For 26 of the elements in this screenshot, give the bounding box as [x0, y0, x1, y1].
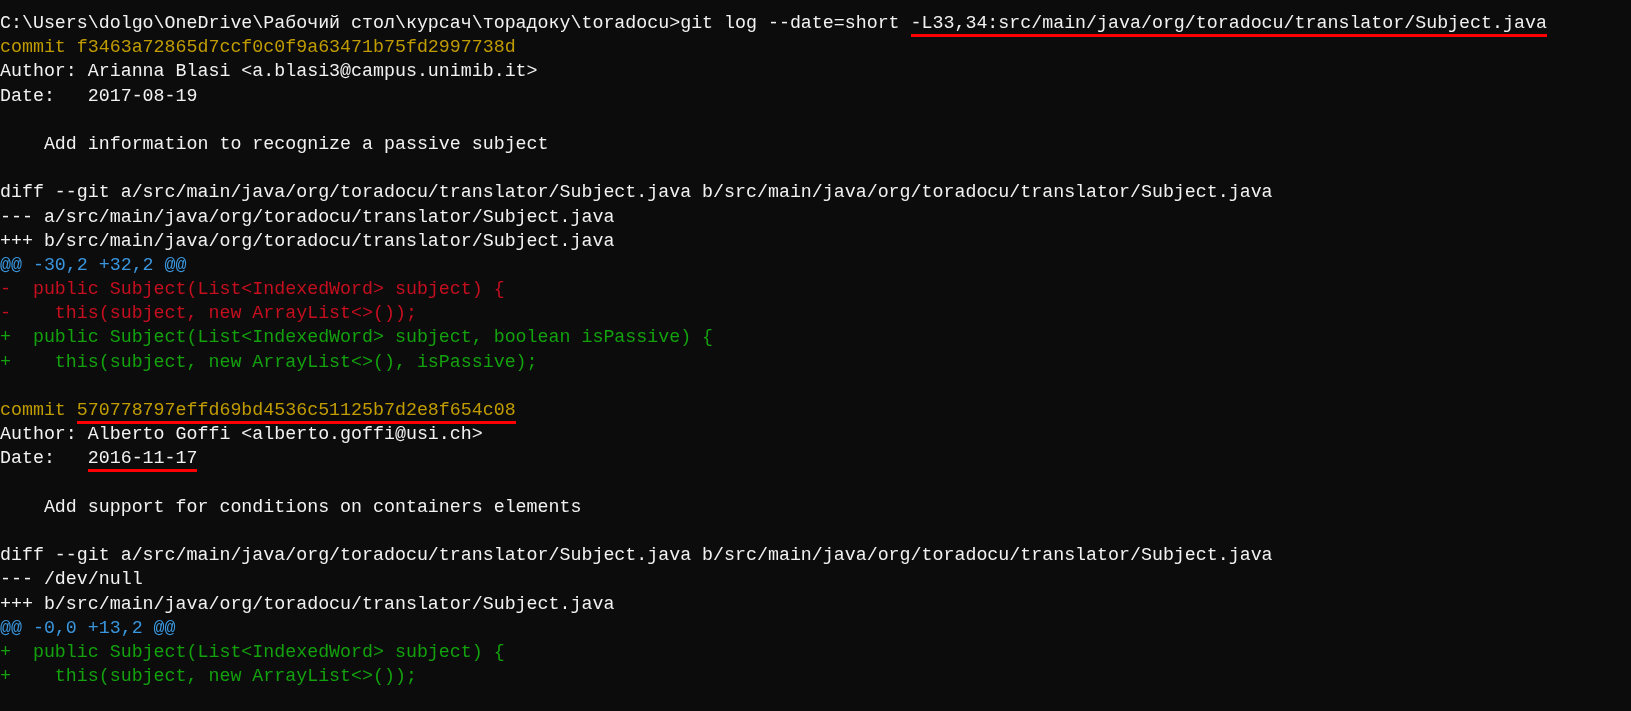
commit-text: commit [0, 400, 67, 420]
added-code-line: + this(subject, new ArrayList<>()); [0, 666, 417, 687]
terminal-text: C:\Users\dolgo\OneDrive\Рабочий стол\курсач\торадоку\toradocu>git log --date=short [0, 13, 901, 33]
terminal-text: Author: Alberto Goffi <alberto.goffi@usi.ch> [0, 424, 483, 445]
added-code-line: + this(subject, new ArrayList<>(), isPassive); [0, 351, 538, 372]
terminal-text: Add support for conditions on containers elements [42, 496, 582, 517]
terminal-text: Add information to recognize a passive subject [42, 133, 549, 154]
commit-text: commit f3463a72865d7ccf0c0f9a63471b75fd2997738d [0, 37, 516, 58]
terminal-text: --- a/src/main/java/org/toradocu/translator/Subject.java [0, 206, 615, 227]
added-code-line: + public Subject(List<IndexedWord> subject) { [0, 641, 505, 662]
underlined-text: -L33,34:src/main/java/org/toradocu/translator/Subject.java [910, 13, 1547, 37]
terminal-text: Date: [0, 448, 56, 469]
added-code-line: + public Subject(List<IndexedWord> subject, boolean isPassive) { [0, 327, 714, 348]
underlined-text: 2016-11-17 [87, 448, 198, 473]
terminal-text: diff --git a/src/main/java/org/toradocu/translator/Subject.java b/src/main/java/org/toradocu/translator/Subject.java [0, 182, 1273, 203]
underlined-text: 570778797effd69bd4536c51125b7d2e8f654c08 [76, 400, 516, 424]
terminal-text: --- /dev/null [0, 569, 143, 590]
removed-code-line: - this(subject, new ArrayList<>()); [0, 303, 417, 324]
hunk-header: @@ -30,2 +32,2 @@ [0, 254, 187, 275]
terminal-text: diff --git a/src/main/java/org/toradocu/translator/Subject.java b/src/main/java/org/toradocu/translator/Subject.java [0, 545, 1273, 566]
terminal-text: Author: Arianna Blasi <a.blasi3@campus.unimib.it> [0, 61, 538, 82]
terminal-text: +++ b/src/main/java/org/toradocu/translator/Subject.java [0, 230, 615, 251]
hunk-header: @@ -0,0 +13,2 @@ [0, 617, 176, 638]
terminal-text: +++ b/src/main/java/org/toradocu/translator/Subject.java [0, 593, 615, 614]
removed-code-line: - public Subject(List<IndexedWord> subject) { [0, 279, 505, 300]
terminal-text: Date: 2017-08-19 [0, 85, 198, 106]
